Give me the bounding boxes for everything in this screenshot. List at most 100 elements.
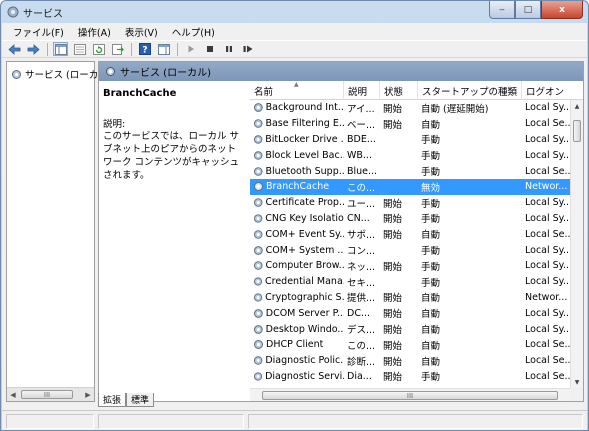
service-name: Certificate Prop...	[265, 197, 344, 209]
list-vscroll-thumb[interactable]	[573, 120, 581, 142]
gear-icon	[253, 356, 263, 365]
service-name: Cryptographic S...	[265, 291, 344, 303]
table-row[interactable]: BranchCache この... 無効 Networ...	[250, 178, 570, 195]
list-horizontal-scrollbar[interactable]: III	[250, 388, 570, 401]
cell-description: ユー...	[347, 198, 376, 210]
close-icon: x	[559, 4, 565, 15]
scroll-up-icon[interactable]: ▲	[571, 100, 583, 112]
back-arrow-icon	[8, 43, 21, 55]
show-hide-tree-button[interactable]	[53, 42, 68, 56]
table-row[interactable]: Certificate Prop... ユー... 開始 手動 Local Sy...	[250, 195, 570, 211]
window-title: サービス	[23, 9, 63, 20]
table-row[interactable]: Diagnostic Polic... 診断... 開始 自動 Local Se...	[250, 353, 570, 369]
cell-name: Base Filtering E...	[250, 118, 344, 129]
scroll-down-icon[interactable]: ▼	[571, 376, 583, 388]
title-bar[interactable]: サービス ‒ □ x	[1, 1, 588, 23]
menu-view[interactable]: 表示(V)	[118, 25, 165, 39]
tree-item-services-local[interactable]: サービス (ローカ	[11, 67, 98, 81]
menu-file[interactable]: ファイル(F)	[6, 25, 71, 39]
cell-startup-type: 自動	[421, 230, 441, 242]
help-button[interactable]: ?	[137, 42, 152, 56]
sort-ascending-icon: ▲	[294, 81, 299, 88]
column-header-description[interactable]: 説明	[344, 81, 380, 100]
minimize-button[interactable]: ‒	[489, 1, 515, 19]
scroll-right-icon[interactable]: ▶	[83, 390, 93, 400]
properties-button[interactable]	[72, 42, 87, 56]
gear-icon	[253, 198, 263, 207]
table-row[interactable]: DHCP Client この... 開始 自動 Local Se...	[250, 337, 570, 353]
restart-service-button[interactable]	[240, 42, 255, 56]
refresh-button[interactable]	[91, 42, 106, 56]
gear-icon	[253, 293, 263, 302]
menu-action[interactable]: 操作(A)	[71, 25, 118, 39]
pane-header: サービス (ローカル)	[99, 62, 583, 81]
close-button[interactable]: x	[541, 1, 583, 19]
cell-logon: Local Se...	[525, 370, 570, 382]
cell-name: Certificate Prop...	[250, 197, 344, 208]
scroll-left-icon[interactable]: ◀	[8, 390, 18, 400]
forward-button[interactable]	[26, 42, 41, 56]
service-name: COM+ Event Sy...	[265, 228, 344, 240]
column-header-logon[interactable]: ログオン	[522, 81, 583, 100]
toolbar-separator	[47, 42, 48, 56]
cell-status: 開始	[383, 340, 403, 352]
table-row[interactable]: Background Int... アイ... 開始 自動 (遅延開始) Local S…	[250, 100, 570, 116]
cell-status: 開始	[383, 261, 403, 273]
show-action-pane-button[interactable]	[156, 42, 171, 56]
cell-startup-type: 手動	[421, 277, 441, 289]
cell-description: DC...	[347, 307, 371, 319]
menu-help[interactable]: ヘルプ(H)	[165, 25, 222, 39]
table-row[interactable]: Bluetooth Supp... Blue... 手動 Local Se...	[250, 163, 570, 179]
play-icon	[188, 45, 194, 53]
cell-logon: Local Sy...	[525, 276, 570, 288]
table-row[interactable]: CNG Key Isolation CN... 開始 手動 Local Sy...	[250, 211, 570, 227]
service-name: Diagnostic Servi...	[265, 370, 344, 382]
cell-description: Blue...	[347, 165, 378, 177]
cell-startup-type: 手動	[421, 214, 441, 226]
gear-icon	[253, 372, 263, 381]
maximize-button[interactable]: □	[515, 1, 541, 19]
table-row[interactable]: Block Level Bac... WB... 手動 Local Sy...	[250, 147, 570, 163]
cell-name: DCOM Server P...	[250, 308, 344, 319]
pause-service-button[interactable]	[221, 42, 236, 56]
table-row[interactable]: BitLocker Drive ... BDE... 手動 Local Sy...	[250, 132, 570, 148]
column-header-startup-type[interactable]: スタートアップの種類	[418, 81, 522, 100]
tree-scroll-thumb[interactable]: III	[21, 390, 73, 399]
back-button[interactable]	[7, 42, 22, 56]
gear-icon	[253, 308, 263, 318]
status-panel	[248, 414, 583, 429]
table-row[interactable]: Cryptographic S... 提供... 開始 自動 Networ...	[250, 290, 570, 306]
gear-icon	[254, 182, 263, 192]
service-name: Bluetooth Supp...	[265, 165, 344, 177]
export-list-button[interactable]	[110, 42, 125, 56]
cell-logon: Local Sy...	[525, 260, 570, 272]
table-row[interactable]: Desktop Windo... デス... 開始 自動 Local Sy...	[250, 321, 570, 337]
status-panel	[6, 414, 94, 429]
column-header-name[interactable]: ▲ 名前	[250, 81, 344, 100]
list-hscroll-thumb[interactable]: III	[262, 391, 558, 400]
cell-description: セキ...	[347, 277, 376, 289]
services-list: ▲ 名前 説明 状態 スタートアップの種類 ログオン Background In…	[250, 81, 583, 388]
list-vertical-scrollbar[interactable]: ▲ ▼	[570, 100, 583, 388]
table-row[interactable]: COM+ Event Sy... サポ... 開始 自動 Local Se...	[250, 226, 570, 242]
cell-logon: Local Sy...	[525, 197, 570, 209]
cell-name: CNG Key Isolation	[250, 213, 344, 224]
cell-name: BitLocker Drive ...	[250, 134, 344, 145]
table-row[interactable]: Computer Brow... ネッ... 開始 手動 Local Sy...	[250, 258, 570, 274]
table-row[interactable]: DCOM Server P... DC... 開始 自動 Local Sy...	[250, 305, 570, 321]
cell-description: サポ...	[347, 230, 376, 242]
tab-extended[interactable]: 拡張	[98, 393, 127, 407]
column-header-status[interactable]: 状態	[380, 81, 418, 100]
start-service-button[interactable]	[183, 42, 198, 56]
tab-standard[interactable]: 標準	[126, 393, 155, 407]
table-row[interactable]: COM+ System ... コン... 手動 Local Sy...	[250, 242, 570, 258]
column-label: スタートアップの種類	[422, 86, 518, 98]
cell-name: Credential Mana...	[250, 276, 344, 287]
stop-service-button[interactable]	[202, 42, 217, 56]
table-row[interactable]: Base Filtering E... ベー... 開始 自動 Local Se...	[250, 116, 570, 132]
tree-horizontal-scrollbar[interactable]: ◀ III ▶	[7, 387, 94, 401]
cell-name: Cryptographic S...	[250, 292, 344, 303]
table-row[interactable]: Credential Mana... セキ... 手動 Local Sy...	[250, 274, 570, 290]
table-row[interactable]: Diagnostic Servi... Dia... 開始 手動 Local Se...	[250, 369, 570, 385]
service-name: CNG Key Isolation	[265, 212, 344, 224]
